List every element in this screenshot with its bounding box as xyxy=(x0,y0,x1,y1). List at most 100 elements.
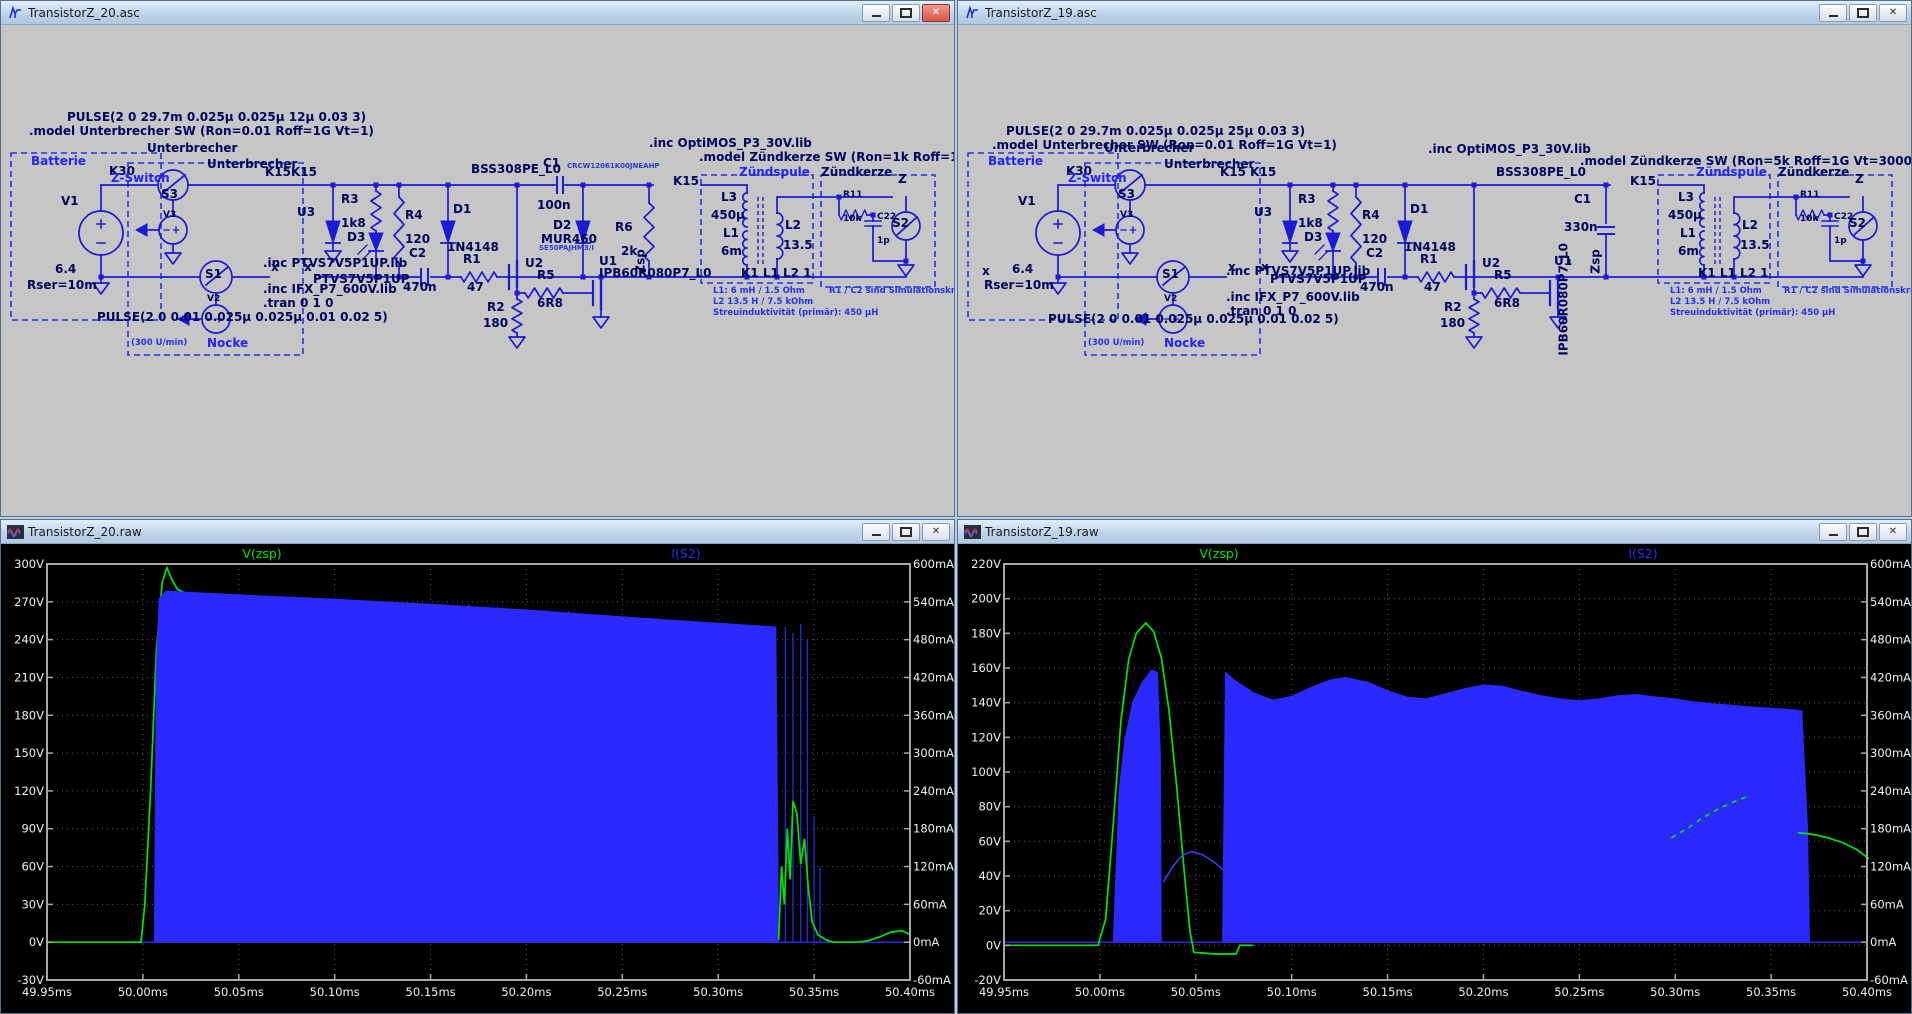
ltspice-schematic-icon xyxy=(7,5,24,21)
svg-text:V(zsp): V(zsp) xyxy=(242,546,281,561)
schematic-label: R5 xyxy=(537,269,555,282)
window-title: TransistorZ_19.raw xyxy=(985,525,1819,539)
titlebar[interactable]: TransistorZ_19.asc ✕ xyxy=(958,1,1911,25)
svg-text:50.15ms: 50.15ms xyxy=(1363,985,1413,999)
schematic-label: .model Unterbrecher SW (Ron=0.01 Roff=1G… xyxy=(29,125,374,138)
schematic-canvas[interactable]: PULSE(2 0 29.7m 0.025µ 0.025µ 25µ 0.03 3… xyxy=(958,25,1911,516)
schematic-label: R6 xyxy=(615,221,633,234)
restore-button[interactable] xyxy=(892,523,920,541)
schematic-label: C2 xyxy=(409,247,426,260)
svg-text:240mA: 240mA xyxy=(1870,784,1911,798)
titlebar[interactable]: TransistorZ_19.raw ✕ xyxy=(958,520,1911,544)
waveform-viewer[interactable]: 300V270V240V210V180V150V120V90V60V30V0V-… xyxy=(1,544,954,1013)
svg-text:420mA: 420mA xyxy=(1870,671,1911,685)
svg-text:49.95ms: 49.95ms xyxy=(979,985,1029,999)
schematic-label: 47 xyxy=(1424,281,1441,294)
schematic-label: 6.4 xyxy=(55,263,76,276)
schematic-label: 120 xyxy=(1362,233,1387,246)
waveform-viewer[interactable]: 220V200V180V160V140V120V100V80V60V40V20V… xyxy=(958,544,1911,1013)
ltspice-waveform-icon xyxy=(7,524,24,540)
minimize-button[interactable] xyxy=(862,523,890,541)
close-button[interactable]: ✕ xyxy=(1879,4,1907,22)
svg-text:180mA: 180mA xyxy=(1870,822,1911,836)
schematic-label: 6m xyxy=(1678,245,1699,258)
svg-text:540mA: 540mA xyxy=(913,595,954,609)
schematic-label: 10k xyxy=(1800,215,1819,224)
titlebar[interactable]: TransistorZ_20.asc ✕ xyxy=(1,1,954,25)
svg-text:40V: 40V xyxy=(978,869,1001,883)
schematic-label: Zsp xyxy=(1589,249,1602,273)
window-title: TransistorZ_20.asc xyxy=(28,6,862,20)
schematic-label: x xyxy=(1261,261,1269,274)
svg-text:20V: 20V xyxy=(978,904,1001,918)
schematic-label: 13.5 xyxy=(1740,239,1770,252)
window-schematic-20: TransistorZ_20.asc ✕ PULSE(2 0 29.7m 0.0… xyxy=(0,0,955,517)
schematic-label: (300 U/min) xyxy=(131,339,187,348)
restore-button[interactable] xyxy=(1849,523,1877,541)
schematic-label: R2 xyxy=(487,301,505,314)
waveform-plot: 300V270V240V210V180V150V120V90V60V30V0V-… xyxy=(1,544,954,1013)
restore-button[interactable] xyxy=(1849,4,1877,22)
svg-text:50.00ms: 50.00ms xyxy=(1075,985,1125,999)
schematic-label: .inc IFX_P7_600V.lib xyxy=(1226,291,1360,304)
svg-text:60V: 60V xyxy=(978,834,1001,848)
minimize-button[interactable] xyxy=(1819,4,1847,22)
schematic-label: BSS308PE_L0 xyxy=(1496,166,1586,179)
schematic-label: 6m xyxy=(721,245,742,258)
schematic-label: Zündspule xyxy=(1696,166,1767,179)
schematic-label: PTVS7V5P1UP xyxy=(1270,273,1367,286)
close-button[interactable]: ✕ xyxy=(922,523,950,541)
svg-text:V(zsp): V(zsp) xyxy=(1199,546,1238,561)
svg-text:50.30ms: 50.30ms xyxy=(693,985,743,999)
svg-text:0V: 0V xyxy=(986,938,1001,952)
schematic-label: L1 xyxy=(723,227,739,240)
schematic-label: Z xyxy=(898,173,907,186)
schematic-label: 1k8 xyxy=(1298,217,1323,230)
schematic-canvas[interactable]: PULSE(2 0 29.7m 0.025µ 0.025µ 12µ 0.03 3… xyxy=(1,25,954,516)
schematic-label: C2 xyxy=(1366,247,1383,260)
schematic-label: R1 xyxy=(1420,253,1438,266)
schematic-label: V2 xyxy=(1164,295,1177,304)
svg-text:300mA: 300mA xyxy=(913,746,954,760)
schematic-label: 470n xyxy=(1360,281,1394,294)
ltspice-waveform-icon xyxy=(964,524,981,540)
schematic-label: x xyxy=(271,261,279,274)
schematic-label: 6.4 xyxy=(1012,263,1033,276)
window-title: TransistorZ_19.asc xyxy=(985,6,1819,20)
schematic-label: 1p xyxy=(877,237,890,246)
svg-text:60mA: 60mA xyxy=(913,897,947,911)
svg-text:50.10ms: 50.10ms xyxy=(1267,985,1317,999)
schematic-label: Batterie xyxy=(988,155,1043,168)
schematic-label: L3 xyxy=(1678,191,1694,204)
schematic-label: PULSE(2 0 29.7m 0.025µ 0.025µ 12µ 0.03 3… xyxy=(67,111,366,124)
schematic-label: L2 xyxy=(785,219,801,232)
close-button[interactable]: ✕ xyxy=(922,4,950,22)
minimize-button[interactable] xyxy=(1819,523,1847,541)
svg-text:80V: 80V xyxy=(978,800,1001,814)
schematic-label: R3 xyxy=(1298,193,1316,206)
schematic-label: K15K15 xyxy=(265,166,317,179)
schematic-label: L2 13.5 H / 7.5 kOhm xyxy=(1670,298,1770,307)
schematic-label: Batterie xyxy=(31,155,86,168)
window-waveform-20: TransistorZ_20.raw ✕ 300V270V240V210V180… xyxy=(0,519,955,1014)
schematic-label: Unterbrecher xyxy=(1104,142,1194,155)
svg-text:180V: 180V xyxy=(971,626,1001,640)
schematic-label: S2 xyxy=(892,217,909,230)
minimize-button[interactable] xyxy=(862,4,890,22)
svg-text:90V: 90V xyxy=(21,822,44,836)
close-button[interactable]: ✕ xyxy=(1879,523,1907,541)
titlebar[interactable]: TransistorZ_20.raw ✕ xyxy=(1,520,954,544)
window-waveform-19: TransistorZ_19.raw ✕ 220V200V180V160V140… xyxy=(957,519,1912,1014)
svg-text:50.30ms: 50.30ms xyxy=(1650,985,1700,999)
schematic-label: Rser=10m xyxy=(27,279,97,292)
schematic-label: Zündkerze xyxy=(1778,166,1849,179)
svg-text:0V: 0V xyxy=(29,935,44,949)
svg-text:100V: 100V xyxy=(971,765,1001,779)
svg-text:60mA: 60mA xyxy=(1870,897,1904,911)
schematic-label: PULSE(2 0 0.01 0.025µ 0.025µ 0.01 0.02 5… xyxy=(1048,313,1339,326)
schematic-label: V1 xyxy=(1018,195,1036,208)
restore-button[interactable] xyxy=(892,4,920,22)
svg-text:270V: 270V xyxy=(14,595,44,609)
svg-text:50.00ms: 50.00ms xyxy=(118,985,168,999)
schematic-label: x xyxy=(982,265,990,278)
